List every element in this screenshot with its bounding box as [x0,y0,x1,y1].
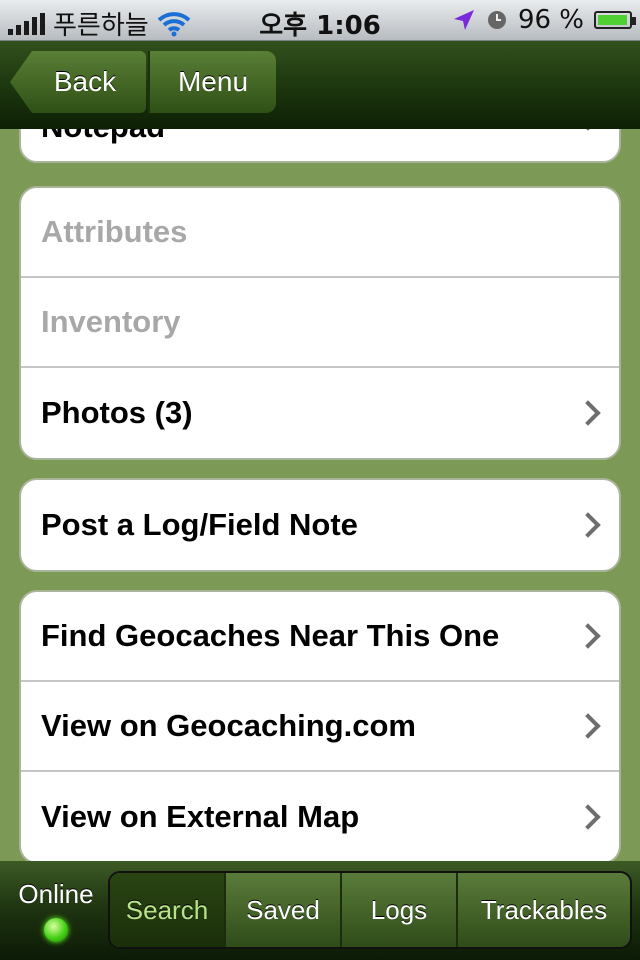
group-info: Attributes Inventory Photos (3) [19,186,621,460]
tab-bar: Online Search Saved Logs Trackables [0,861,640,960]
nav-buttons: Back Menu [10,51,276,113]
online-led-icon [44,918,68,942]
location-arrow-icon [453,10,474,30]
alarm-icon [487,11,506,29]
online-label: Online [18,879,94,909]
row-label: Inventory [41,304,181,339]
chevron-right-icon [575,400,601,426]
battery-icon [594,11,636,29]
row-view-external-map[interactable]: View on External Map [21,772,619,861]
row-photos[interactable]: Photos (3) [21,368,619,458]
row-notepad[interactable]: Notepad [21,129,619,161]
row-attributes: Attributes [21,188,619,278]
row-find-nearby[interactable]: Find Geocaches Near This One [21,592,619,682]
chevron-right-icon [575,713,601,739]
navigation-bar: Back Menu [0,41,640,129]
status-right: 96 % [452,5,636,35]
group-links: Find Geocaches Near This One View on Geo… [19,590,621,861]
menu-button[interactable]: Menu [148,51,276,113]
row-label: Attributes [41,214,188,249]
back-button[interactable]: Back [10,51,146,113]
status-bar: 푸른하늘 오후 1:06 96 % [0,0,640,41]
battery-percent: 96 % [517,5,584,35]
row-label: View on External Map [41,799,360,834]
tab-trackables[interactable]: Trackables [458,873,630,947]
chevron-right-icon [575,804,601,830]
row-label: Photos (3) [41,395,193,430]
chevron-right-icon [575,129,601,131]
segmented-tabs: Search Saved Logs Trackables [108,871,632,949]
row-label: Post a Log/Field Note [41,507,358,542]
row-label: Find Geocaches Near This One [41,618,500,653]
group-notepad: Notepad [19,129,621,163]
row-label: View on Geocaching.com [41,708,416,743]
tab-search[interactable]: Search [110,873,226,947]
tab-saved[interactable]: Saved [226,873,342,947]
row-view-geocaching[interactable]: View on Geocaching.com [21,682,619,772]
tab-logs[interactable]: Logs [342,873,458,947]
online-indicator[interactable]: Online [8,879,104,942]
group-log: Post a Log/Field Note [19,478,621,572]
row-inventory: Inventory [21,278,619,368]
cache-details-list[interactable]: Notepad Attributes Inventory Photos (3) … [0,129,640,861]
row-post-log[interactable]: Post a Log/Field Note [21,480,619,570]
row-label: Notepad [41,129,165,145]
chevron-right-icon [575,623,601,649]
chevron-right-icon [575,512,601,538]
